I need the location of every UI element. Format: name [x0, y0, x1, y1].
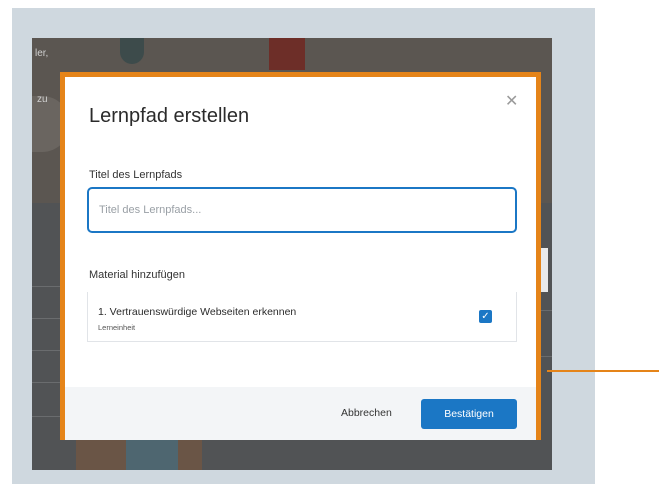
dialog-footer: Abbrechen Bestätigen	[65, 387, 536, 440]
background-text: zu	[37, 94, 48, 105]
cancel-button[interactable]: Abbrechen	[337, 403, 396, 423]
material-item-title: 1. Vertrauenswürdige Webseiten erkennen	[98, 306, 297, 318]
material-item-checkbox[interactable]: ✓	[479, 310, 492, 323]
background-thumbnail-detail	[126, 438, 178, 470]
annotation-line	[547, 370, 659, 372]
confirm-button[interactable]: Bestätigen	[421, 399, 517, 429]
title-field-label: Titel des Lernpfads	[89, 169, 183, 181]
learning-path-title-input[interactable]	[87, 187, 517, 233]
create-learning-path-dialog: Lernpfad erstellen ✕ Titel des Lernpfads…	[65, 77, 536, 440]
modal-highlight-border: Lernpfad erstellen ✕ Titel des Lernpfads…	[60, 72, 541, 440]
background-text: ler,	[35, 48, 49, 59]
background-image-detail	[269, 38, 305, 70]
material-section-label: Material hinzufügen	[89, 269, 186, 281]
material-item-type: Lerneinheit	[98, 323, 136, 332]
material-list: 1. Vertrauenswürdige Webseiten erkennen …	[87, 292, 517, 342]
close-icon[interactable]: ✕	[505, 94, 519, 110]
background-image-detail	[120, 38, 144, 64]
dialog-title: Lernpfad erstellen	[89, 105, 250, 127]
